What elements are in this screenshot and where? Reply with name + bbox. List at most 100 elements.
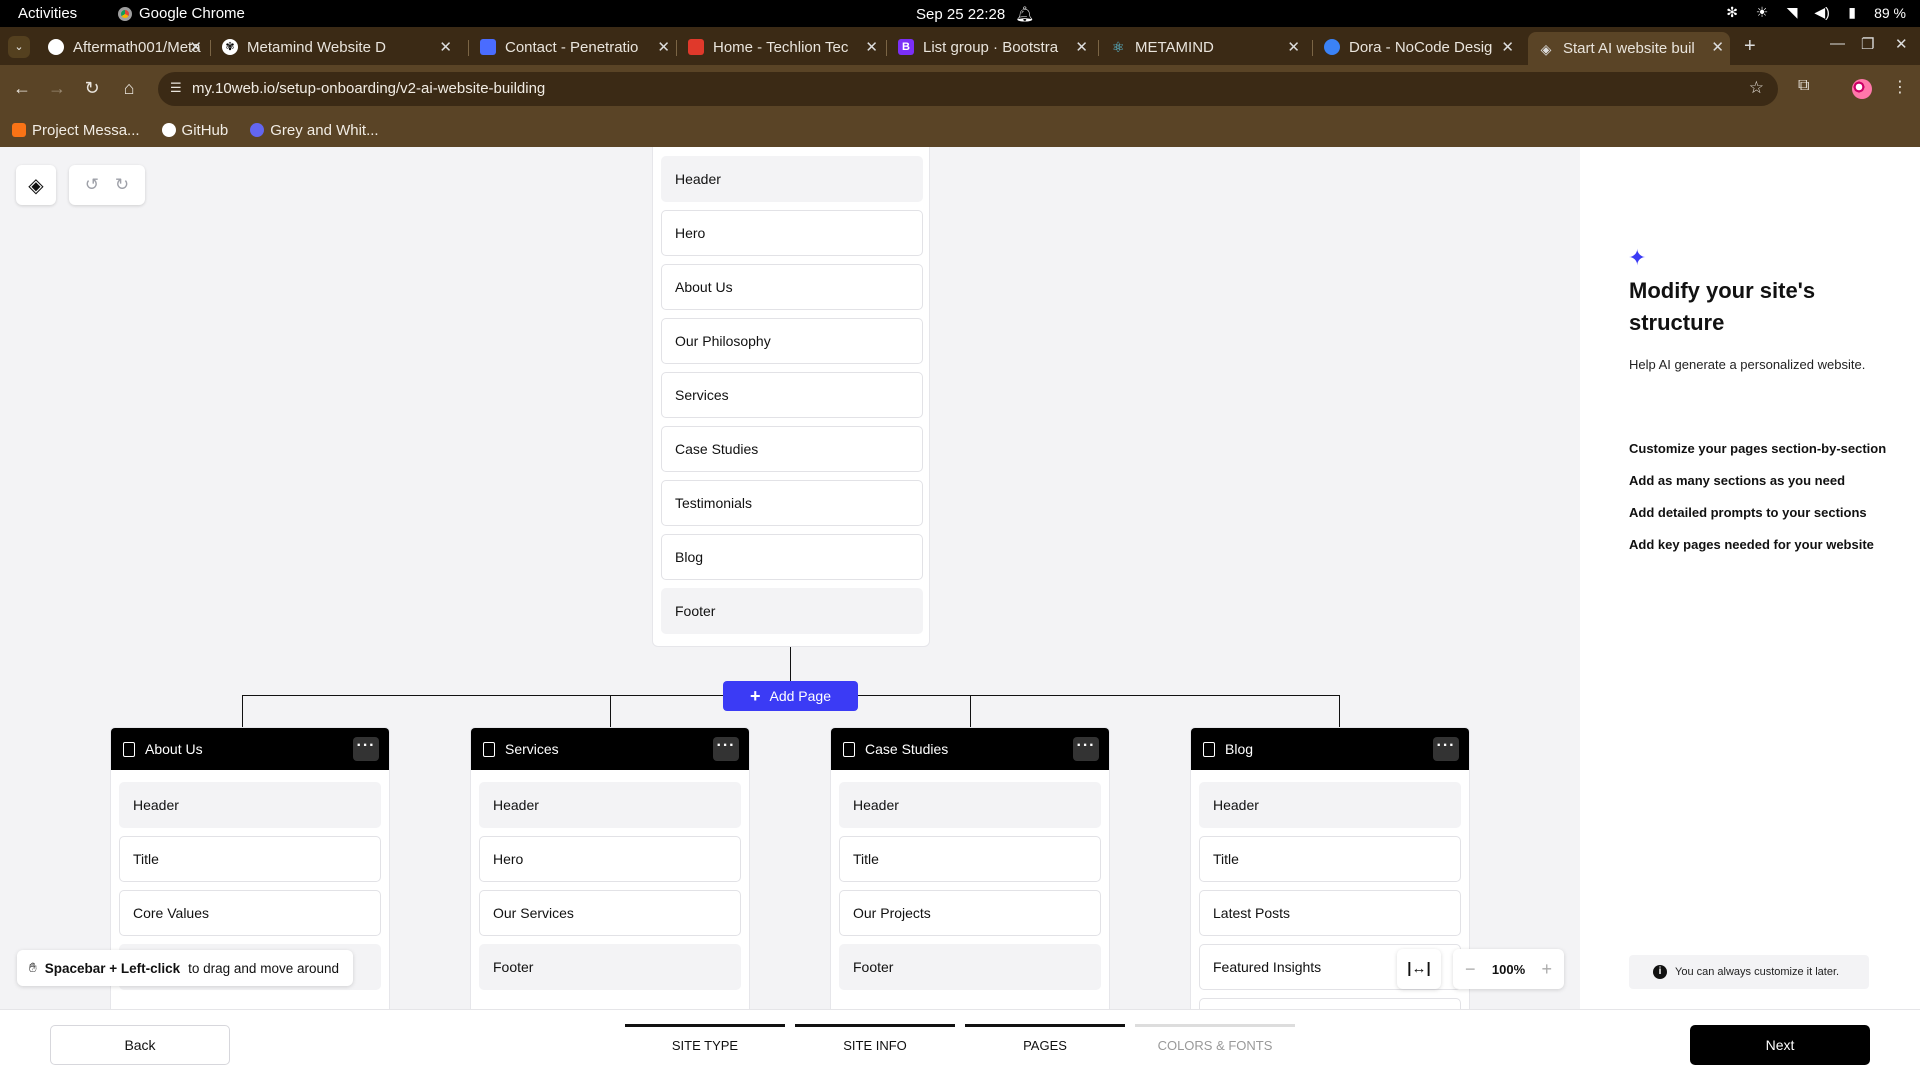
restore-icon[interactable]: ❐ [1861,35,1874,53]
forward-arrow-icon[interactable]: → [45,76,69,100]
minimize-icon[interactable]: — [1830,35,1845,52]
page-card-case-studies[interactable]: Case Studies ··· Header Title Our Projec… [830,727,1110,1009]
system-tray[interactable]: ✻ ☀ ◥ ◀) ▮ 89 % [1724,4,1906,21]
bookmark-grey-and-white[interactable]: Grey and Whit... [250,122,379,139]
section-item[interactable]: Our Philosophy [661,318,923,364]
step-pages[interactable]: PAGES [965,1024,1125,1053]
section-item[interactable]: Testimonials [661,480,923,526]
section-item[interactable]: Footer [839,944,1101,990]
close-window-icon[interactable]: ✕ [1895,35,1908,53]
site-info-icon[interactable]: ☰ [170,80,182,96]
section-item[interactable]: Title [839,836,1101,882]
tab-dora[interactable]: Dora - NoCode Desig ✕ [1312,32,1514,62]
web-page: ◈ ↺ ↻ Header Hero About Us Our Philosoph… [0,147,1920,1080]
more-options-icon[interactable]: ··· [713,737,739,761]
section-item[interactable]: Our Projects [839,890,1101,936]
more-options-icon[interactable]: ··· [1073,737,1099,761]
close-tab-icon[interactable]: ✕ [1287,38,1300,56]
close-tab-icon[interactable]: ✕ [657,38,670,56]
bookmark-star-icon[interactable]: ☆ [1749,78,1764,98]
section-item[interactable]: Header [839,782,1101,828]
section-item[interactable]: Header [119,782,381,828]
section-item[interactable]: Footer [661,588,923,634]
next-button[interactable]: Next [1690,1025,1870,1065]
section-item[interactable]: Header [661,156,923,202]
close-tab-icon[interactable]: ✕ [1075,38,1088,56]
section-item[interactable]: Latest Posts [1199,890,1461,936]
section-item[interactable]: Title [119,836,381,882]
section-item[interactable]: Header [1199,782,1461,828]
tab-bootstrap[interactable]: B List group · Bootstra ✕ [886,32,1088,62]
undo-icon[interactable]: ↺ [85,175,99,195]
bell-icon: 🔔︎ [1015,6,1035,23]
github-icon [48,39,64,55]
tab-metamind[interactable]: ⚛ METAMIND ✕ [1098,32,1300,62]
close-tab-icon[interactable]: ✕ [1711,38,1724,56]
info-icon: i [1653,965,1667,979]
drag-hint: ✋︎ Spacebar + Left-click to drag and mov… [17,950,353,986]
profile-avatar[interactable] [1852,79,1872,99]
section-item[interactable]: Case Studies [661,426,923,472]
bookmark-github[interactable]: GitHub [161,122,228,139]
close-tab-icon[interactable]: ✕ [865,38,878,56]
step-progress-bar [625,1024,785,1027]
more-options-icon[interactable]: ··· [1433,737,1459,761]
tab-techlion[interactable]: Home - Techlion Tec ✕ [676,32,878,62]
page-card-services[interactable]: Services ··· Header Hero Our Services Fo… [470,727,750,1009]
sitemap-canvas[interactable]: ◈ ↺ ↻ Header Hero About Us Our Philosoph… [0,147,1580,1009]
step-site-type[interactable]: SITE TYPE [625,1024,785,1053]
page-icon [123,741,135,757]
techlion-icon [688,39,704,55]
section-item[interactable]: Our Services [479,890,741,936]
zoom-in-icon[interactable]: + [1541,959,1552,980]
back-arrow-icon[interactable]: ← [10,76,34,100]
section-item[interactable]: Title [1199,836,1461,882]
page-icon [483,741,495,757]
section-item[interactable]: Blog [661,534,923,580]
volume-icon: ◀) [1814,4,1830,20]
dora-icon [1324,39,1340,55]
section-item[interactable]: Services [661,372,923,418]
section-item[interactable] [1199,998,1461,1009]
section-item[interactable]: Core Values [119,890,381,936]
tip-item: Add key pages needed for your website [1629,537,1874,552]
back-button[interactable]: Back [50,1025,230,1065]
section-item[interactable]: About Us [661,264,923,310]
tab-metamind-website[interactable]: ✾ Metamind Website D ✕ [210,32,452,62]
reload-icon[interactable]: ↻ [80,76,104,100]
home-page-card[interactable]: Header Hero About Us Our Philosophy Serv… [652,147,930,647]
section-item[interactable]: Header [479,782,741,828]
close-tab-icon[interactable]: ✕ [439,38,452,56]
redo-icon[interactable]: ↻ [115,175,129,195]
more-options-icon[interactable]: ··· [353,737,379,761]
home-icon[interactable]: ⌂ [117,76,141,100]
fit-width-button[interactable]: |↔| [1397,949,1441,989]
shield-icon [480,39,496,55]
connector-line [1339,695,1340,727]
activities-button[interactable]: Activities [18,5,77,22]
step-progress-bar [1135,1024,1295,1027]
address-bar[interactable]: ☰ my.10web.io/setup-onboarding/v2-ai-web… [158,72,1778,106]
app-menu[interactable]: Google Chrome [118,5,245,22]
panel-subtitle: Help AI generate a personalized website. [1629,357,1866,372]
section-item[interactable]: Hero [661,210,923,256]
10web-logo-button[interactable]: ◈ [16,165,56,205]
menu-dots-icon[interactable]: ⋮ [1892,77,1908,97]
bookmark-project-messa[interactable]: Project Messa... [12,122,140,139]
extensions-icon[interactable]: ⧉ [1798,77,1809,95]
clock[interactable]: Sep 25 22:28 🔔︎ [916,5,1035,24]
tab-aftermath[interactable]: Aftermath001/Meta ✕ [38,32,208,62]
step-site-info[interactable]: SITE INFO [795,1024,955,1053]
connector-line [242,695,243,727]
section-item[interactable]: Footer [479,944,741,990]
tab-search-button[interactable]: ⌄ [8,36,30,58]
new-tab-icon[interactable]: + [1744,35,1756,58]
tab-start-ai-website[interactable]: ◈ Start AI website buil ✕ [1528,32,1730,65]
close-tab-icon[interactable]: ✕ [1501,38,1514,56]
close-tab-icon[interactable]: ✕ [189,38,202,56]
step-colors-fonts[interactable]: COLORS & FONTS [1135,1024,1295,1053]
section-item[interactable]: Hero [479,836,741,882]
tab-contact-penetration[interactable]: Contact - Penetratio ✕ [468,32,670,62]
add-page-button[interactable]: + Add Page [723,681,858,711]
zoom-out-icon[interactable]: − [1465,959,1476,980]
